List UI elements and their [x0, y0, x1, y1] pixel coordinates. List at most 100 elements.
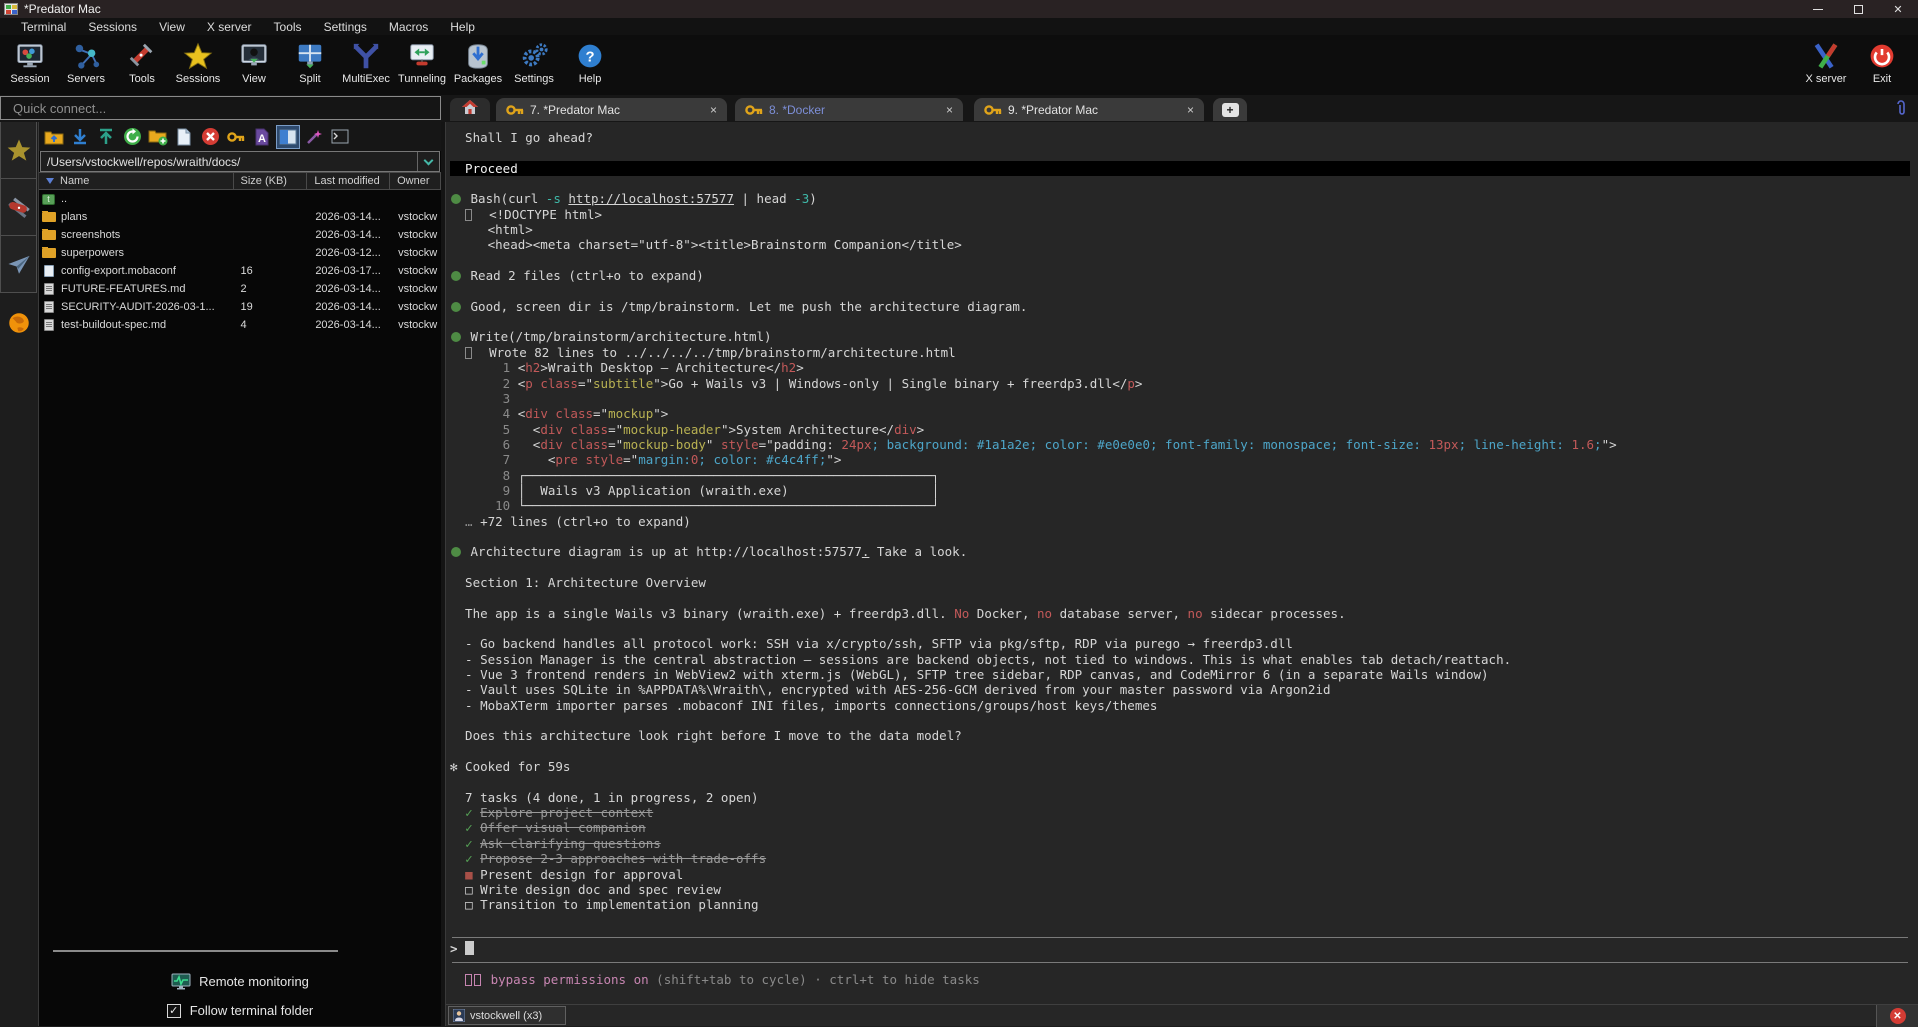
- tunneling-toolbar-button[interactable]: Tunneling: [394, 35, 450, 95]
- tab-close-icon[interactable]: ×: [702, 103, 717, 117]
- minimize-button[interactable]: [1798, 0, 1838, 18]
- settings-toolbar-button[interactable]: Settings: [506, 35, 562, 95]
- file-name: superpowers: [61, 247, 124, 259]
- strip-globe-button[interactable]: [0, 299, 37, 347]
- split-toolbar-button[interactable]: Split: [282, 35, 338, 95]
- refresh-button[interactable]: [120, 125, 144, 149]
- terminal-tab-1[interactable]: 7. *Predator Mac×: [496, 98, 727, 121]
- terminal-text: ✓: [465, 836, 473, 851]
- strip-favorites-star-button[interactable]: [0, 122, 37, 179]
- settings-icon: [519, 40, 549, 72]
- menu-item-tools[interactable]: Tools: [263, 20, 313, 34]
- menu-item-view[interactable]: View: [148, 20, 196, 34]
- delete-button[interactable]: [198, 125, 222, 149]
- terminal-text: ;: [1594, 437, 1602, 452]
- home-tab[interactable]: [450, 98, 490, 121]
- path-input[interactable]: /Users/vstockwell/repos/wraith/docs/: [41, 155, 417, 169]
- terminal-text: └───────────────────────────────────────…: [518, 498, 939, 513]
- terminal-text: [450, 897, 465, 912]
- key-button[interactable]: [224, 125, 248, 149]
- terminal-tab-2[interactable]: 8. *Docker×: [735, 98, 963, 121]
- file-row[interactable]: plans2026-03-14...vstockw: [39, 208, 441, 226]
- file-row[interactable]: test-buildout-spec.md42026-03-14...vstoc…: [39, 316, 441, 334]
- wizard-button[interactable]: [302, 125, 326, 149]
- packages-toolbar-button[interactable]: Packages: [450, 35, 506, 95]
- new-file-button[interactable]: [172, 125, 196, 149]
- terminal-text: >: [1135, 376, 1143, 391]
- folder-up-button[interactable]: [42, 125, 66, 149]
- terminal-text: - MobaXTerm importer parses .mobaconf IN…: [450, 698, 1157, 713]
- tab-close-icon[interactable]: ×: [1179, 103, 1194, 117]
- quick-connect-input[interactable]: Quick connect...: [0, 96, 441, 120]
- remote-monitoring-label: Remote monitoring: [199, 974, 309, 989]
- tools-toolbar-button[interactable]: Tools: [114, 35, 170, 95]
- follow-terminal-folder-toggle[interactable]: ✓ Follow terminal folder: [39, 1003, 441, 1018]
- x-server-toolbar-button[interactable]: X server: [1798, 35, 1854, 95]
- file-row[interactable]: config-export.mobaconf162026-03-17...vst…: [39, 262, 441, 280]
- new-folder-button[interactable]: [146, 125, 170, 149]
- terminal-button[interactable]: [328, 125, 352, 149]
- download-button[interactable]: [68, 125, 92, 149]
- terminal-text: div: [894, 422, 917, 437]
- prompt-line[interactable]: >: [450, 940, 1918, 957]
- tool-call-bullet-icon: [451, 194, 461, 204]
- file-row[interactable]: screenshots2026-03-14...vstockw: [39, 226, 441, 244]
- terminal-line: - Session Manager is the central abstrac…: [450, 652, 1918, 667]
- paperclip-icon[interactable]: [1894, 99, 1908, 122]
- path-dropdown-button[interactable]: [417, 152, 439, 171]
- maximize-button[interactable]: [1838, 0, 1878, 18]
- terminal-text: color: #c4c4ff;: [713, 452, 826, 467]
- terminal-status-line: bypass permissions on (shift+tab to cycl…: [450, 972, 1918, 987]
- terminal-text: subtitle: [593, 376, 653, 391]
- session-status-tab[interactable]: vstockwell (x3): [448, 1006, 566, 1025]
- file-row[interactable]: FUTURE-FEATURES.md22026-03-14...vstockw: [39, 280, 441, 298]
- terminal-text: [450, 820, 465, 835]
- checkbox-icon[interactable]: ✓: [167, 1004, 181, 1018]
- terminal-text: pre: [555, 452, 578, 467]
- view-toolbar-button[interactable]: View: [226, 35, 282, 95]
- terminal-text: Good, screen dir is /tmp/brainstorm. Let…: [463, 299, 1027, 314]
- session-toolbar-button[interactable]: Session: [2, 35, 58, 95]
- file-row[interactable]: superpowers2026-03-12...vstockw: [39, 244, 441, 262]
- strip-macros-plane-button[interactable]: [0, 236, 37, 293]
- menu-item-macros[interactable]: Macros: [378, 20, 439, 34]
- terminal-line: 10 └────────────────────────────────────…: [450, 498, 1918, 513]
- servers-toolbar-button[interactable]: Servers: [58, 35, 114, 95]
- close-button[interactable]: ✕: [1878, 0, 1918, 18]
- column-header-size-kb-[interactable]: Size (KB): [234, 173, 308, 189]
- help-toolbar-button[interactable]: ?Help: [562, 35, 618, 95]
- file-owner-cell: vstockw: [390, 319, 441, 331]
- terminal-text: Ask clarifying questions: [480, 836, 661, 851]
- menu-item-sessions[interactable]: Sessions: [77, 20, 148, 34]
- remote-monitoring-button[interactable]: Remote monitoring: [39, 973, 441, 990]
- column-header-owner[interactable]: Owner: [390, 173, 441, 189]
- terminal-tab-3[interactable]: 9. *Predator Mac×: [974, 98, 1204, 121]
- exit-toolbar-button[interactable]: Exit: [1854, 35, 1910, 95]
- dual-pane-button[interactable]: [276, 125, 300, 149]
- terminal-text: ✓: [465, 805, 473, 820]
- file-row[interactable]: t..: [39, 190, 441, 208]
- file-row[interactable]: SECURITY-AUDIT-2026-03-1...192026-03-14.…: [39, 298, 441, 316]
- column-header-last-modified[interactable]: Last modified: [307, 173, 390, 189]
- upload-button[interactable]: [94, 125, 118, 149]
- encoding-button[interactable]: A: [250, 125, 274, 149]
- strip-swiss-knife-button[interactable]: [0, 179, 37, 236]
- download-icon: [71, 128, 89, 146]
- toolbar-label: Tunneling: [398, 73, 446, 85]
- multiexec-toolbar-button[interactable]: MultiExec: [338, 35, 394, 95]
- terminal[interactable]: Shall I go ahead? Proceed Bash(curl -s h…: [446, 122, 1918, 1004]
- sessions-toolbar-button[interactable]: Sessions: [170, 35, 226, 95]
- terminal-text: padding:: [774, 437, 842, 452]
- terminal-text: 13px: [1428, 437, 1458, 452]
- close-session-button[interactable]: ✕: [1876, 1005, 1918, 1027]
- new-tab-button[interactable]: +: [1213, 98, 1247, 121]
- terminal-text: -s: [546, 191, 561, 206]
- menu-item-settings[interactable]: Settings: [313, 20, 378, 34]
- menu-item-terminal[interactable]: Terminal: [10, 20, 77, 34]
- terminal-line: - Go backend handles all protocol work: …: [450, 636, 1918, 651]
- menu-item-x-server[interactable]: X server: [196, 20, 263, 34]
- tab-bar: 7. *Predator Mac× 8. *Docker× 9. *Predator…: [441, 95, 1918, 122]
- tab-close-icon[interactable]: ×: [938, 103, 953, 117]
- column-header-name[interactable]: Name: [39, 173, 234, 189]
- menu-item-help[interactable]: Help: [439, 20, 486, 34]
